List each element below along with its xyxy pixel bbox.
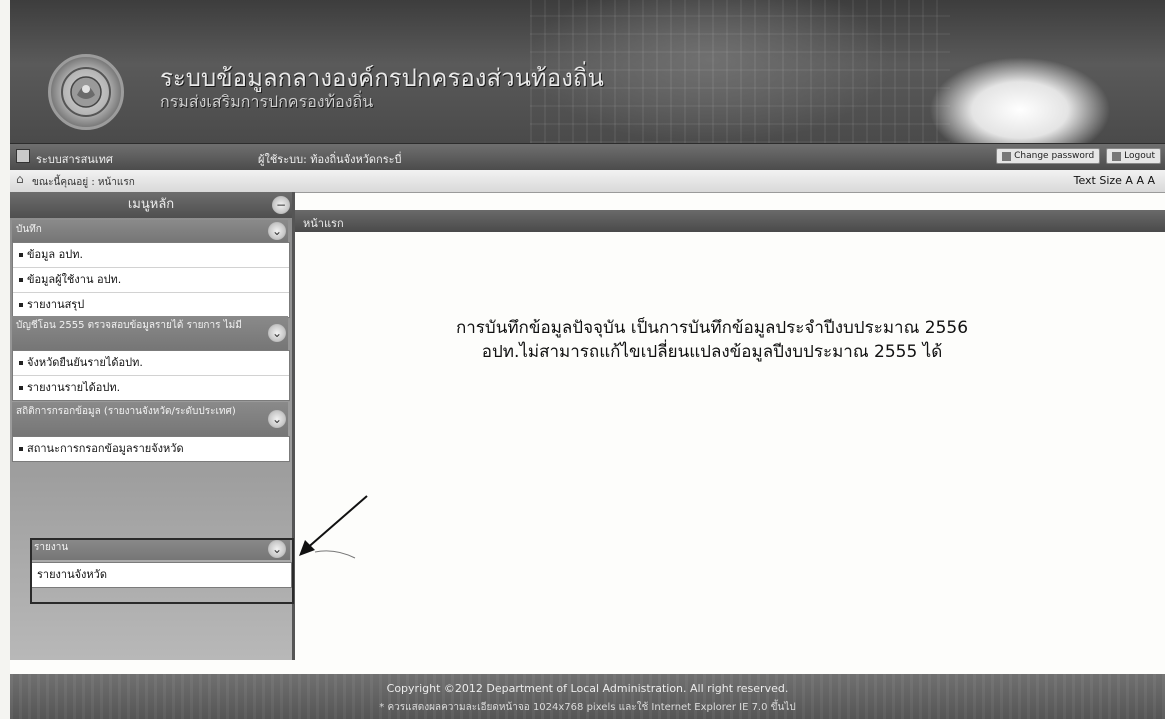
nav-user-label: ผู้ใช้ระบบ: ท้องถิ่นจังหวัดกระบี่: [258, 153, 402, 166]
section-toggle-icon[interactable]: ⌄: [268, 410, 286, 428]
bullet-icon: [19, 447, 23, 451]
footer: Copyright ©2012 Department of Local Admi…: [10, 674, 1165, 719]
item-label: สถานะการกรอกข้อมูลรายจังหวัด: [27, 442, 184, 455]
department-logo: [48, 54, 124, 130]
change-password-button[interactable]: Change password: [996, 148, 1101, 164]
nav-system-link[interactable]: ระบบสารสนเทศ: [36, 150, 113, 168]
section-label: บัญชีโอน 2555 ตรวจสอบข้อมูลรายได้ รายการ…: [16, 320, 242, 331]
sidebar-item-revenue-report[interactable]: รายงานรายได้อปท.: [13, 376, 289, 400]
section-toggle-icon[interactable]: ⌄: [268, 324, 286, 342]
section-toggle-icon[interactable]: ⌄: [268, 222, 286, 240]
site-subtitle: กรมส่งเสริมการปกครองท้องถิ่น: [160, 92, 374, 111]
system-icon: [16, 149, 30, 163]
text-size-control[interactable]: Text Size A A A: [1074, 174, 1155, 187]
footer-copyright: Copyright ©2012 Department of Local Admi…: [386, 682, 789, 695]
nav-actions: Change password Logout: [996, 148, 1161, 164]
text-size-label: Text Size: [1073, 174, 1122, 187]
content-header: หน้าแรก: [295, 210, 1165, 232]
section-label: บันทึก: [16, 224, 42, 235]
notice-message: การบันทึกข้อมูลปัจจุบัน เป็นการบันทึกข้อ…: [382, 316, 1042, 364]
item-label: รายงานรายได้อปท.: [27, 381, 121, 394]
logout-label: Logout: [1124, 151, 1155, 161]
item-label: ข้อมูลผู้ใช้งาน อปท.: [27, 273, 122, 286]
sidebar-item-confirm-revenue[interactable]: จังหวัดยืนยันรายได้อปท.: [13, 351, 289, 376]
breadcrumb: ขณะนี้คุณอยู่ : หน้าแรก: [32, 177, 135, 188]
sidebar-item-summary-report[interactable]: รายงานสรุป: [13, 293, 289, 317]
change-password-label: Change password: [1014, 151, 1095, 161]
notice-line-1: การบันทึกข้อมูลปัจจุบัน เป็นการบันทึกข้อ…: [455, 318, 969, 338]
sidebar-title: เมนูหลัก: [127, 197, 175, 212]
bullet-icon: [19, 386, 23, 390]
notice-line-2: อปท.ไม่สามารถแก้ไขเปลี่ยนแปลงข้อมูลปีงบป…: [481, 342, 943, 362]
highlight-box: [30, 538, 294, 604]
sidebar-item-lao-data[interactable]: ข้อมูล อปท.: [13, 243, 289, 268]
item-label: จังหวัดยืนยันรายได้อปท.: [27, 356, 143, 369]
annotation-arrow-icon: [299, 495, 368, 559]
sidebar-section-record[interactable]: บันทึก ⌄: [12, 220, 288, 242]
breadcrumb-bar: ⌂ ขณะนี้คุณอยู่ : หน้าแรก Text Size A A …: [10, 170, 1165, 193]
sidebar-section-statistics[interactable]: สถิติการกรอกข้อมูล (รายงานจังหวัด/ระดับป…: [12, 402, 288, 436]
key-icon: [1002, 151, 1012, 161]
sidebar-section-revenue[interactable]: บัญชีโอน 2555 ตรวจสอบข้อมูลรายได้ รายการ…: [12, 316, 288, 350]
sidebar-collapse-icon[interactable]: −: [272, 196, 290, 214]
sidebar-header: เมนูหลัก: [10, 192, 292, 218]
footer-note: * ควรแสดงผลความละเอียดหน้าจอ 1024x768 pi…: [379, 702, 796, 713]
logout-icon: [1112, 151, 1122, 161]
logout-button[interactable]: Logout: [1106, 148, 1161, 164]
sidebar-item-lao-users[interactable]: ข้อมูลผู้ใช้งาน อปท.: [13, 268, 289, 293]
section-label: สถิติการกรอกข้อมูล (รายงานจังหวัด/ระดับป…: [16, 406, 236, 417]
sidebar-item-province-status[interactable]: สถานะการกรอกข้อมูลรายจังหวัด: [13, 437, 289, 461]
header-banner: ระบบข้อมูลกลางองค์กรปกครองส่วนท้องถิ่น ก…: [10, 0, 1165, 145]
bullet-icon: [19, 361, 23, 365]
content-title: หน้าแรก: [303, 217, 344, 230]
home-icon: ⌂: [16, 172, 24, 186]
text-size-options[interactable]: A A A: [1125, 174, 1155, 187]
item-label: ข้อมูล อปท.: [27, 248, 83, 261]
section-items-revenue: จังหวัดยืนยันรายได้อปท. รายงานรายได้อปท.: [12, 350, 290, 401]
bullet-icon: [19, 303, 23, 307]
section-items-statistics: สถานะการกรอกข้อมูลรายจังหวัด: [12, 436, 290, 462]
page-frame: ระบบข้อมูลกลางองค์กรปกครองส่วนท้องถิ่น ก…: [10, 0, 1165, 719]
top-navbar: ระบบสารสนเทศ ผู้ใช้ระบบ: ท้องถิ่นจังหวัด…: [10, 144, 1165, 170]
bullet-icon: [19, 278, 23, 282]
bullet-icon: [19, 253, 23, 257]
item-label: รายงานสรุป: [27, 298, 85, 311]
section-items-record: ข้อมูล อปท. ข้อมูลผู้ใช้งาน อปท. รายงานส…: [12, 242, 290, 318]
